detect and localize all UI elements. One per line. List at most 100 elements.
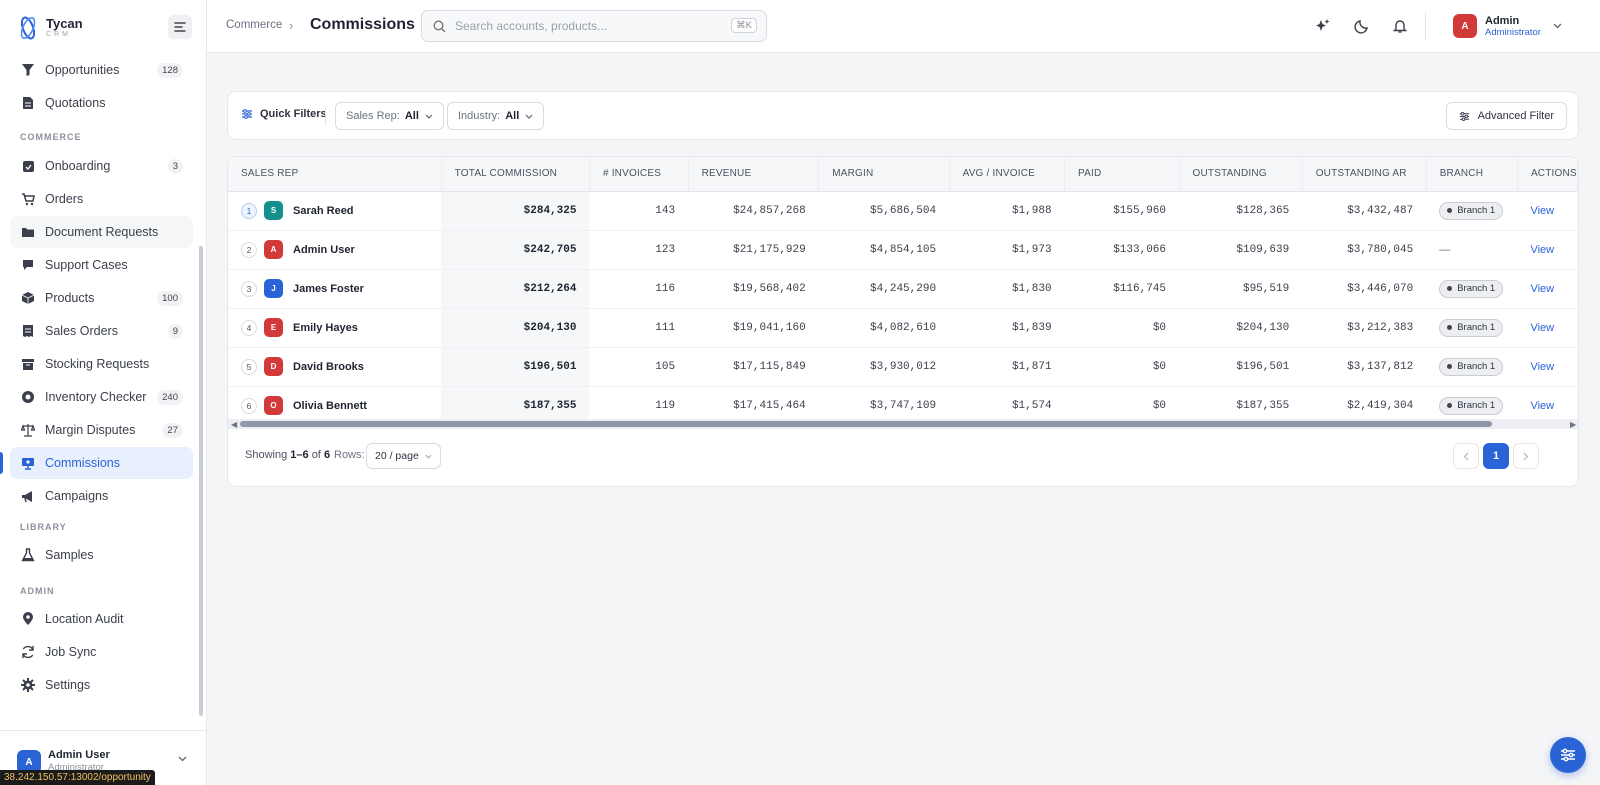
sidebar-item-settings[interactable]: Settings <box>10 669 193 701</box>
column-header-branch[interactable]: BRANCH <box>1426 157 1518 192</box>
avatar: A <box>1453 14 1477 38</box>
revenue-cell: $19,568,402 <box>688 269 819 309</box>
account-role: Administrator <box>1485 26 1541 38</box>
branch-cell: Branch 1 <box>1426 191 1518 231</box>
column-header-paid[interactable]: PAID <box>1064 157 1180 192</box>
sales-rep-cell: 4 E Emily Hayes <box>228 308 442 348</box>
view-action-link[interactable]: View <box>1517 269 1578 309</box>
industry-filter-label: Industry: <box>458 110 501 122</box>
account-menu[interactable]: A Admin Administrator <box>1453 11 1562 41</box>
breadcrumb-parent[interactable]: Commerce <box>226 19 282 31</box>
top-bar: Commerce › Commissions Search accounts, … <box>207 0 1600 53</box>
scroll-left-icon[interactable]: ◀ <box>231 420 237 429</box>
sales-rep-name[interactable]: Olivia Bennett <box>293 400 367 412</box>
table-row[interactable]: 2 A Admin User $242,705 123 $21,175,929 … <box>228 230 1578 270</box>
column-header-outstanding[interactable]: OUTSTANDING <box>1179 157 1303 192</box>
sidebar: Tycan CRM Opportunities 128 Quotations C… <box>0 0 207 785</box>
branch-label: Branch 1 <box>1457 205 1496 216</box>
column-header-total-commission[interactable]: TOTAL COMMISSION <box>441 157 590 192</box>
sidebar-item-products[interactable]: Products 100 <box>10 282 193 314</box>
breadcrumb-separator: › <box>289 18 294 33</box>
sidebar-item-label: Inventory Checker <box>45 390 147 404</box>
sidebar-item-campaigns[interactable]: Campaigns <box>10 480 193 512</box>
branch-label: Branch 1 <box>1457 361 1496 372</box>
sales-rep-cell: 3 J James Foster <box>228 269 442 309</box>
rank-badge: 2 <box>241 241 257 258</box>
branch-cell: — <box>1426 230 1518 270</box>
sidebar-item-label: Opportunities <box>45 63 120 77</box>
sidebar-item-support-cases[interactable]: Support Cases <box>10 249 193 281</box>
sales-rep-name[interactable]: Emily Hayes <box>293 322 358 334</box>
previous-page-button[interactable] <box>1453 443 1479 469</box>
scrollbar-thumb[interactable] <box>199 246 203 716</box>
sidebar-item-onboarding[interactable]: Onboarding 3 <box>10 150 193 182</box>
sidebar-item-margin-disputes[interactable]: Margin Disputes 27 <box>10 414 193 446</box>
table-row[interactable]: 5 D David Brooks $196,501 105 $17,115,84… <box>228 347 1578 387</box>
column-header-avg-invoice[interactable]: AVG / INVOICE <box>949 157 1066 192</box>
quick-filters-toggle[interactable]: Quick Filters <box>241 108 327 120</box>
theme-toggle-button[interactable] <box>1352 16 1372 36</box>
sidebar-collapse-button[interactable] <box>168 15 192 39</box>
ai-sparkle-button[interactable] <box>1313 16 1333 36</box>
sidebar-item-stocking-requests[interactable]: Stocking Requests <box>10 348 193 380</box>
view-action-link[interactable]: View <box>1517 308 1578 348</box>
sidebar-item-label: Campaigns <box>45 489 109 503</box>
scroll-right-icon[interactable]: ▶ <box>1570 420 1576 429</box>
sales-rep-name[interactable]: David Brooks <box>293 361 364 373</box>
column-header-sales-rep[interactable]: SALES REP <box>228 157 442 192</box>
monitor-icon <box>20 455 36 471</box>
revenue-cell: $17,115,849 <box>688 347 819 387</box>
margin-cell: $4,854,105 <box>818 230 950 270</box>
chevron-down-icon <box>425 114 433 119</box>
horizontal-scrollbar[interactable]: ◀ ▶ <box>228 419 1578 429</box>
sales-rep-name[interactable]: Admin User <box>293 244 355 256</box>
sidebar-item-sales-orders[interactable]: Sales Orders 9 <box>10 315 193 347</box>
column-header-revenue[interactable]: REVENUE <box>688 157 820 192</box>
rows-per-page-value: 20 / page <box>375 450 419 462</box>
sidebar-item-job-sync[interactable]: Job Sync <box>10 636 193 668</box>
clipboard-icon <box>20 158 36 174</box>
view-action-link[interactable]: View <box>1517 230 1578 270</box>
column-header-invoices[interactable]: # INVOICES <box>589 157 689 192</box>
page-title: Commissions <box>310 16 415 33</box>
sidebar-item-quotations[interactable]: Quotations <box>10 87 193 119</box>
column-header-margin[interactable]: MARGIN <box>818 157 950 192</box>
search-icon <box>433 19 446 32</box>
invoices-cell: 123 <box>589 230 689 270</box>
sidebar-item-orders[interactable]: Orders <box>10 183 193 215</box>
table-row[interactable]: 1 S Sarah Reed $284,325 143 $24,857,268 … <box>228 191 1578 231</box>
next-page-button[interactable] <box>1513 443 1539 469</box>
quick-filters-label: Quick Filters <box>260 108 327 120</box>
table-row[interactable]: 4 E Emily Hayes $204,130 111 $19,041,160… <box>228 308 1578 348</box>
sidebar-item-samples[interactable]: Samples <box>10 539 193 571</box>
sidebar-scrollbar[interactable] <box>198 56 204 726</box>
revenue-cell: $19,041,160 <box>688 308 819 348</box>
rows-per-page-select[interactable]: 20 / page <box>366 443 441 469</box>
industry-filter[interactable]: Industry: All <box>447 102 545 130</box>
advanced-filter-button[interactable]: Advanced Filter <box>1445 102 1567 130</box>
sidebar-item-document-requests[interactable]: Document Requests <box>10 216 193 248</box>
pagination-summary: Showing 1–6 of 6 <box>245 449 330 461</box>
sales-rep-name[interactable]: James Foster <box>293 283 364 295</box>
view-action-link[interactable]: View <box>1517 347 1578 387</box>
sidebar-item-commissions[interactable]: Commissions <box>10 447 193 479</box>
outstanding-ar-cell: $3,432,487 <box>1302 191 1427 231</box>
total-commission-cell: $242,705 <box>441 230 590 270</box>
column-header-outstanding-ar[interactable]: OUTSTANDING AR <box>1302 157 1427 192</box>
page-button-current[interactable]: 1 <box>1483 443 1509 469</box>
scrollbar-thumb[interactable] <box>240 421 1492 427</box>
sidebar-item-opportunities[interactable]: Opportunities 128 <box>10 56 193 86</box>
sales-rep-name[interactable]: Sarah Reed <box>293 205 354 217</box>
notifications-button[interactable] <box>1390 16 1410 36</box>
table-row[interactable]: 3 J James Foster $212,264 116 $19,568,40… <box>228 269 1578 309</box>
view-action-link[interactable]: View <box>1517 191 1578 231</box>
sales-rep-filter[interactable]: Sales Rep: All <box>335 102 444 130</box>
sidebar-item-location-audit[interactable]: Location Audit <box>10 603 193 635</box>
sidebar-item-label: Samples <box>45 548 94 562</box>
sidebar-item-inventory-checker[interactable]: Inventory Checker 240 <box>10 381 193 413</box>
sidebar-item-label: Onboarding <box>45 159 111 173</box>
brand[interactable]: Tycan CRM <box>18 14 83 42</box>
paid-cell: $116,745 <box>1064 269 1180 309</box>
search-input[interactable]: Search accounts, products... ⌘K <box>421 10 767 42</box>
customize-fab-button[interactable] <box>1550 737 1586 773</box>
